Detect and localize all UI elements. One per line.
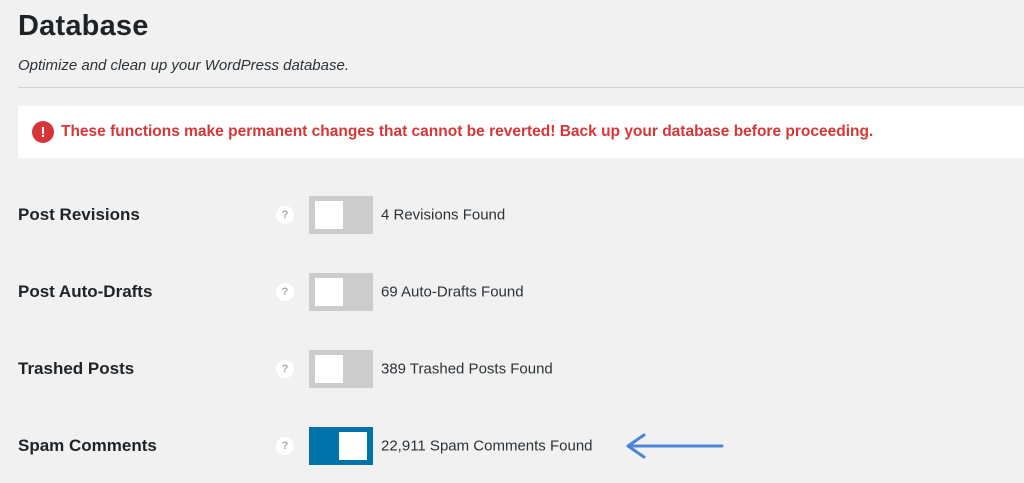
- toggle-knob: [315, 201, 343, 229]
- post-revisions-toggle[interactable]: [309, 196, 373, 234]
- setting-status: 22,911 Spam Comments Found: [381, 437, 593, 455]
- setting-label: Trashed Posts: [18, 359, 135, 378]
- warning-notice: ! These functions make permanent changes…: [18, 106, 1024, 158]
- setting-row-post-revisions: Post Revisions ? 4 Revisions Found: [0, 195, 1024, 235]
- trashed-posts-toggle[interactable]: [309, 350, 373, 388]
- annotation-arrow-icon: [626, 433, 724, 459]
- header-divider: [18, 87, 1024, 88]
- setting-status: 69 Auto-Drafts Found: [381, 283, 524, 301]
- toggle-knob: [315, 355, 343, 383]
- setting-row-post-auto-drafts: Post Auto-Drafts ? 69 Auto-Drafts Found: [0, 272, 1024, 312]
- setting-status: 4 Revisions Found: [381, 206, 506, 224]
- setting-label: Post Auto-Drafts: [18, 282, 153, 301]
- setting-label: Spam Comments: [18, 436, 157, 455]
- help-icon[interactable]: ?: [276, 360, 294, 378]
- warning-notice-text: These functions make permanent changes t…: [61, 123, 874, 140]
- page-subtitle: Optimize and clean up your WordPress dat…: [18, 57, 350, 74]
- help-icon[interactable]: ?: [276, 437, 294, 455]
- toggle-knob: [315, 278, 343, 306]
- help-icon[interactable]: ?: [276, 206, 294, 224]
- post-auto-drafts-toggle[interactable]: [309, 273, 373, 311]
- toggle-knob: [339, 432, 367, 460]
- setting-row-spam-comments: Spam Comments ? 22,911 Spam Comments Fou…: [0, 426, 1024, 466]
- page-title: Database: [18, 10, 149, 42]
- setting-row-trashed-posts: Trashed Posts ? 389 Trashed Posts Found: [0, 349, 1024, 389]
- help-icon[interactable]: ?: [276, 283, 294, 301]
- exclamation-icon: !: [32, 121, 54, 143]
- setting-label: Post Revisions: [18, 205, 140, 224]
- spam-comments-toggle[interactable]: [309, 427, 373, 465]
- setting-status: 389 Trashed Posts Found: [381, 360, 553, 378]
